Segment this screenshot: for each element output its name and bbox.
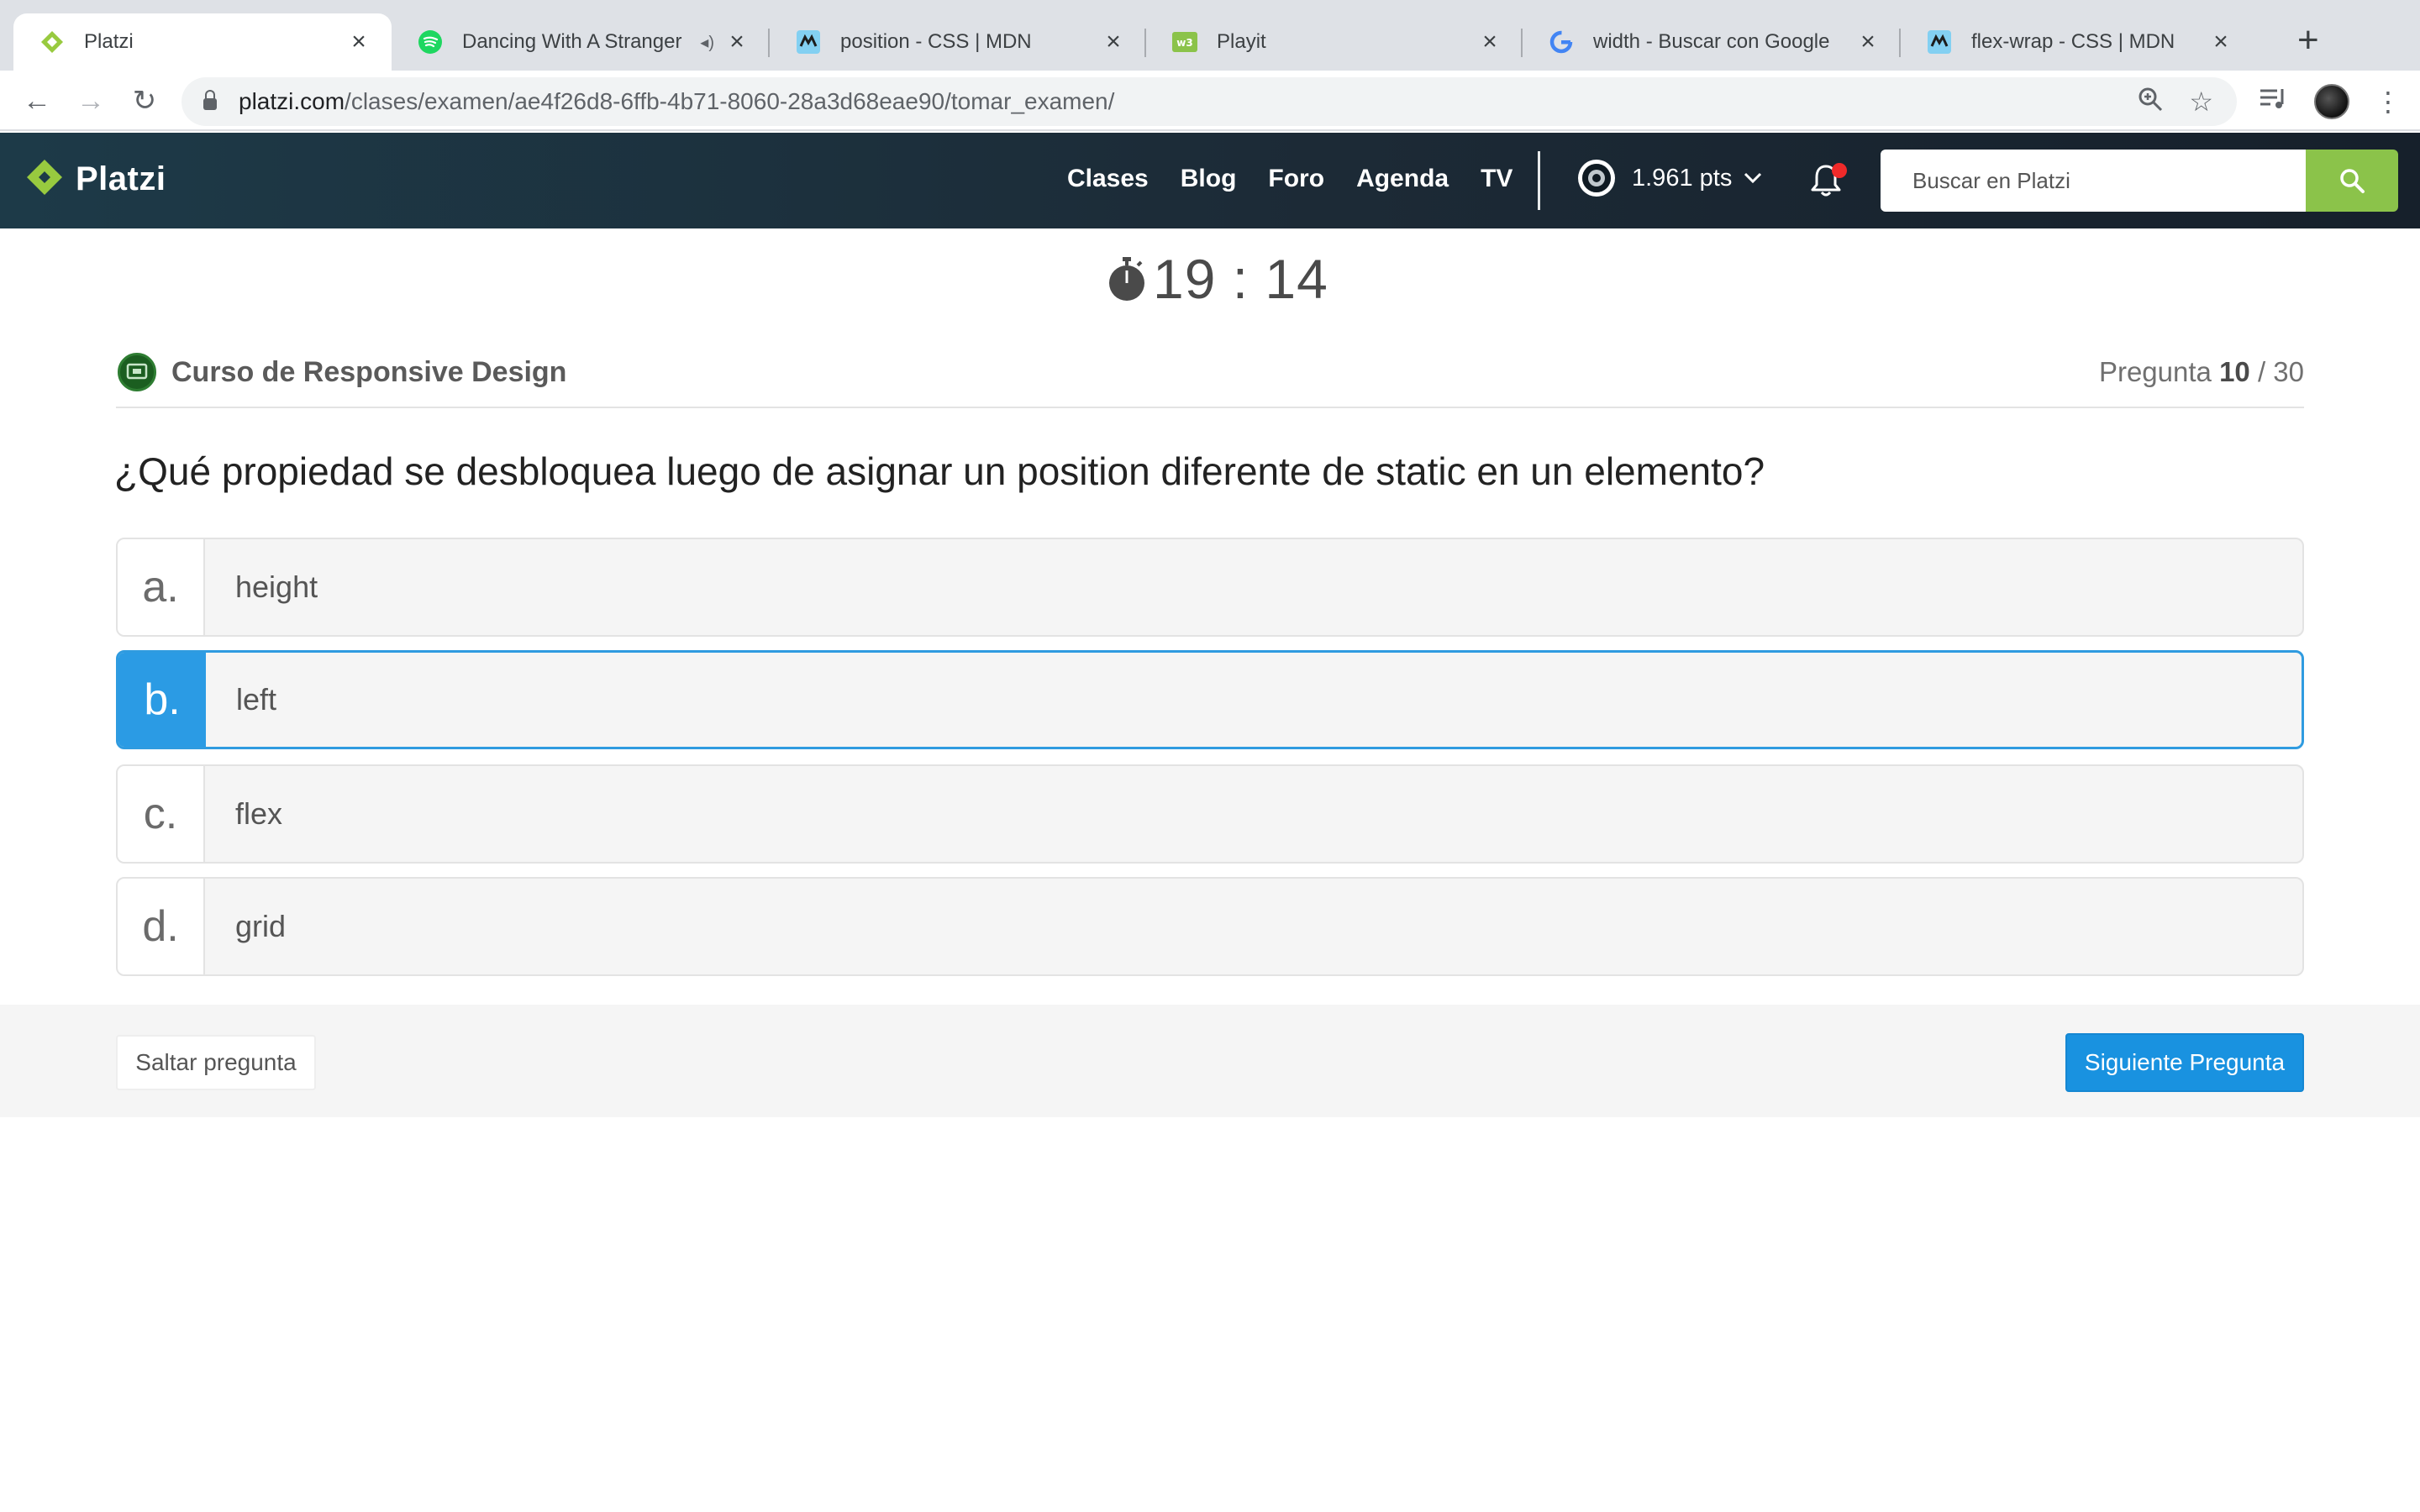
answer-option-c[interactable]: c. flex [116, 764, 2304, 864]
tab-title: Platzi [84, 30, 134, 53]
chevron-down-icon [1744, 167, 1762, 189]
lock-icon [203, 90, 217, 110]
nav-blog[interactable]: Blog [1181, 165, 1237, 193]
stopwatch-icon [1109, 257, 1144, 301]
option-text: grid [235, 909, 287, 943]
skip-question-button[interactable]: Saltar pregunta [116, 1035, 316, 1090]
option-text: left [236, 682, 277, 717]
search-box [1881, 150, 2398, 212]
browser-tab-mdn-position[interactable]: position - CSS | MDN × [770, 13, 1146, 71]
zoom-icon[interactable] [2137, 86, 2164, 119]
mdn-icon [1926, 29, 1953, 55]
browser-toolbar: ← → ↻ platzi.com/clases/examen/ae4f26d8-… [0, 71, 2420, 131]
platzi-logo[interactable]: Platzi [25, 158, 166, 200]
option-letter: d. [118, 879, 205, 974]
question-counter: Pregunta 10 / 30 [2098, 356, 2304, 387]
media-control-icon[interactable] [2259, 86, 2289, 118]
profile-avatar[interactable] [2314, 84, 2349, 119]
course-name: Curso de Responsive Design [171, 356, 567, 388]
answer-option-a[interactable]: a. height [116, 538, 2304, 637]
bookmark-star-icon[interactable]: ☆ [2189, 86, 2213, 119]
browser-tab-strip: Platzi × Dancing With A Stranger ◂) × po… [0, 0, 2420, 71]
mdn-icon [795, 29, 822, 55]
new-tab-icon[interactable]: + [2297, 22, 2319, 59]
browser-tab-spotify[interactable]: Dancing With A Stranger ◂) × [392, 13, 770, 71]
logo-text: Platzi [76, 160, 166, 197]
option-text: flex [235, 796, 283, 831]
url-text: platzi.com/clases/examen/ae4f26d8-6ffb-4… [239, 88, 1115, 114]
nav-foro[interactable]: Foro [1268, 165, 1324, 193]
address-bar[interactable]: platzi.com/clases/examen/ae4f26d8-6ffb-4… [182, 77, 2237, 126]
back-arrow-icon[interactable]: ← [17, 81, 57, 121]
user-avatar [1578, 160, 1615, 197]
tab-title: Dancing With A Stranger [462, 30, 682, 53]
search-icon [2340, 169, 2365, 193]
option-letter: a. [118, 539, 205, 635]
google-icon [1548, 29, 1575, 55]
user-points-menu[interactable]: 1.961 pts [1578, 160, 1762, 197]
more-menu-icon[interactable]: ⋮ [2375, 86, 2402, 118]
tab-title: Playit [1217, 30, 1266, 53]
tab-title: flex-wrap - CSS | MDN [1971, 30, 2175, 53]
points-value: 1.961 pts [1632, 164, 1733, 192]
spotify-icon [417, 29, 444, 55]
platzi-icon [39, 29, 66, 55]
search-button[interactable] [2306, 150, 2398, 212]
svg-text:w3: w3 [1176, 37, 1192, 49]
option-text: height [235, 570, 318, 604]
exam-action-bar: Saltar pregunta Siguiente Pregunta [0, 1005, 2420, 1117]
browser-tab-playit[interactable]: w3 Playit × [1146, 13, 1523, 71]
browser-tab-mdn-flexwrap[interactable]: flex-wrap - CSS | MDN × [1901, 13, 2254, 71]
question-text: ¿Qué propiedad se desbloquea luego de as… [114, 449, 1765, 493]
reload-icon[interactable]: ↻ [124, 81, 165, 121]
browser-tab-platzi[interactable]: Platzi × [13, 13, 392, 71]
nav-clases[interactable]: Clases [1067, 165, 1149, 193]
site-header: Platzi Clases Blog Foro Agenda TV 1.961 … [0, 133, 2420, 228]
platzi-logo-icon [27, 160, 62, 195]
playit-icon: w3 [1171, 29, 1198, 55]
forward-arrow-icon[interactable]: → [71, 81, 111, 121]
exam-timer: 19 : 14 [1106, 247, 1328, 311]
course-info-row: Curso de Responsive Design Pregunta 10 /… [116, 349, 2304, 408]
close-icon[interactable]: × [2208, 28, 2233, 56]
next-question-button[interactable]: Siguiente Pregunta [2065, 1033, 2304, 1092]
close-icon[interactable]: × [1477, 28, 1502, 56]
close-icon[interactable]: × [1101, 28, 1126, 56]
tab-title: position - CSS | MDN [840, 30, 1032, 53]
close-icon[interactable]: × [724, 28, 750, 56]
notification-badge [1832, 163, 1847, 178]
speaker-icon[interactable]: ◂) [700, 32, 714, 53]
nav-tv[interactable]: TV [1481, 165, 1512, 193]
nav-divider [1538, 151, 1540, 210]
browser-tab-google[interactable]: width - Buscar con Google × [1523, 13, 1901, 71]
tab-title: width - Buscar con Google [1593, 30, 1830, 53]
timer-value: 19 : 14 [1153, 248, 1328, 310]
option-letter: c. [118, 766, 205, 862]
answer-option-b[interactable]: b. left [116, 650, 2304, 749]
option-letter: b. [118, 653, 206, 747]
course-badge-icon [118, 353, 156, 391]
close-icon[interactable]: × [1855, 28, 1881, 56]
main-nav: Clases Blog Foro Agenda TV [1067, 165, 1512, 193]
close-icon[interactable]: × [346, 28, 371, 56]
nav-agenda[interactable]: Agenda [1356, 165, 1449, 193]
search-input[interactable] [1881, 150, 2306, 212]
answer-option-d[interactable]: d. grid [116, 877, 2304, 976]
